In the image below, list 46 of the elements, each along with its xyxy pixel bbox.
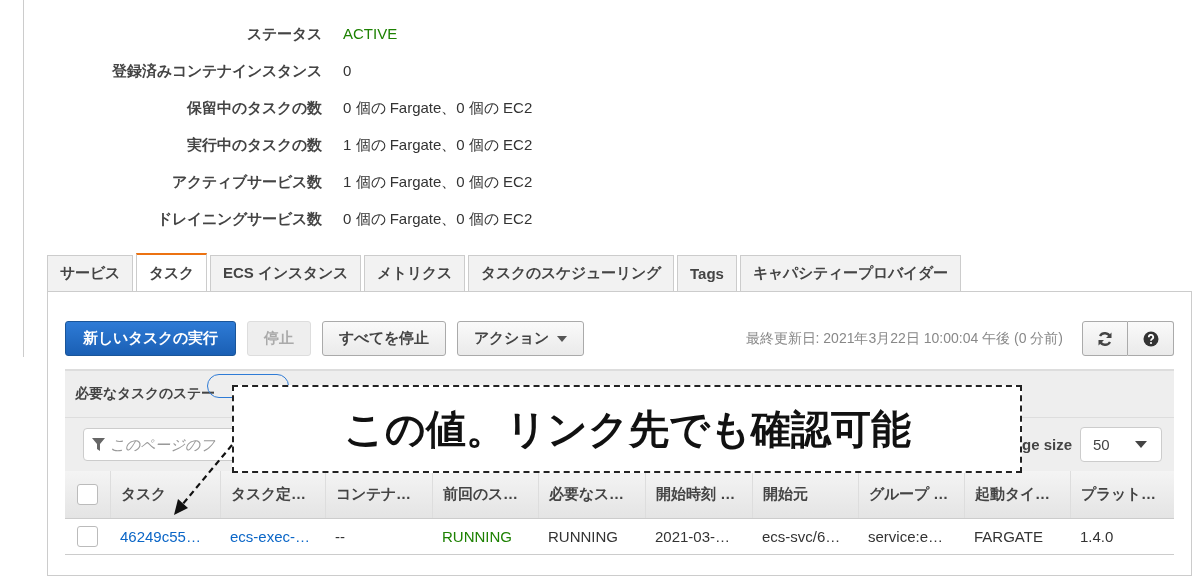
help-icon — [1142, 330, 1159, 347]
column-header[interactable]: プラット… — [1070, 471, 1175, 518]
field-value: 1 個の Fargate、0 個の EC2 — [343, 135, 534, 155]
tab[interactable]: ECS インスタンス — [210, 255, 361, 291]
checkbox[interactable] — [77, 484, 98, 505]
last-updated-text: 最終更新日: 2021年3月22日 10:00:04 午後 (0 分前) — [745, 329, 1063, 348]
checkbox[interactable] — [77, 526, 98, 547]
field-label: アクティブサービス数 — [171, 172, 322, 192]
tab[interactable]: メトリクス — [364, 255, 465, 291]
field-label: 登録済みコンテナインスタンス — [111, 61, 322, 81]
table-cell-text: RUNNING — [441, 527, 513, 547]
field-label: 実行中のタスクの数 — [186, 135, 322, 155]
field-value: 0 個の Fargate、0 個の EC2 — [343, 209, 534, 229]
field-label: ドレイニングサービス数 — [156, 209, 322, 229]
filter-icon — [92, 438, 105, 451]
caret-icon — [557, 335, 567, 342]
field-value: 0 — [343, 61, 353, 81]
table-cell-text: ecs-svc/6… — [761, 527, 842, 547]
tab[interactable]: タスクのスケジューリング — [468, 255, 674, 291]
table-cell-text: RUNNING — [547, 527, 619, 547]
table-cell-text: FARGATE — [973, 527, 1044, 547]
table-cell-text: service:e… — [867, 527, 945, 547]
refresh-button[interactable] — [1082, 321, 1128, 356]
help-button[interactable] — [1128, 321, 1174, 356]
tab[interactable]: サービス — [47, 255, 133, 291]
dropdown-button[interactable]: アクション — [457, 321, 584, 356]
callout-text: この値。リンク先でも確認可能 — [343, 405, 911, 453]
status-value: ACTIVE — [343, 24, 399, 44]
button[interactable]: 新しいタスクの実行 — [65, 321, 236, 356]
tab[interactable]: Tags — [677, 255, 737, 291]
field-value: 1 個の Fargate、0 個の EC2 — [343, 172, 534, 192]
table-cell-text: -- — [334, 527, 346, 547]
tab[interactable]: キャパシティープロバイダー — [739, 255, 961, 291]
link[interactable]: 46249c55… — [110, 519, 220, 554]
page-size-select[interactable]: 50 — [1080, 427, 1162, 462]
field-label: 保留中のタスクの数 — [185, 98, 322, 118]
caret-icon — [1135, 441, 1147, 448]
link[interactable]: ecs-exec-… — [220, 519, 325, 554]
button[interactable]: すべてを停止 — [322, 321, 446, 356]
tab[interactable]: タスク — [136, 253, 207, 291]
table-cell-text: 2021-03-… — [654, 527, 732, 547]
field-label: ステータス — [246, 24, 322, 44]
page-size-label: ge size — [1021, 436, 1072, 453]
table-cell-text: 1.4.0 — [1079, 527, 1115, 547]
refresh-icon — [1097, 330, 1113, 347]
field-value: 0 個の Fargate、0 個の EC2 — [343, 98, 534, 118]
